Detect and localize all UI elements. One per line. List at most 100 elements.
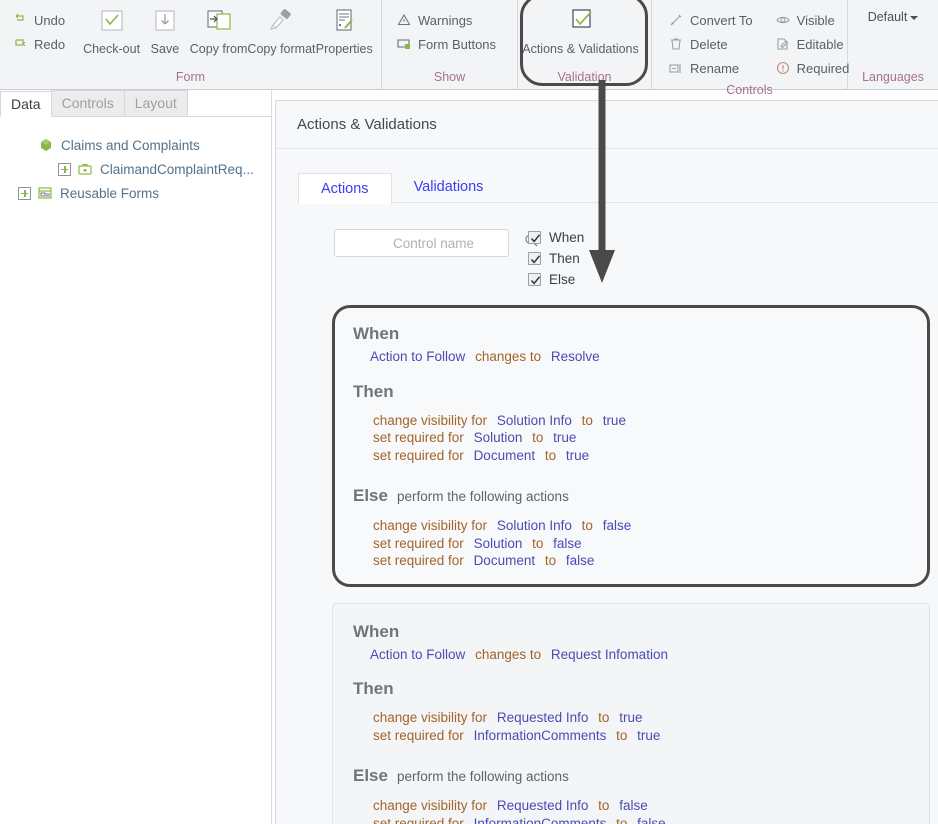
editable-label: Editable bbox=[796, 36, 844, 52]
statement-connector: to bbox=[581, 518, 593, 533]
else-statement: set required for Document to false bbox=[353, 552, 927, 570]
statement-connector: to bbox=[544, 447, 557, 463]
ribbon-group-languages: Default Languages bbox=[848, 0, 938, 89]
undo-button[interactable]: Undo bbox=[8, 8, 69, 32]
statement-verb: set required for bbox=[373, 535, 464, 551]
else-statement: set required for Solution to false bbox=[353, 535, 927, 553]
trash-icon bbox=[668, 36, 684, 52]
actions-and-validations-button[interactable]: Actions & Validations bbox=[518, 4, 644, 56]
then-statement: change visibility for Solution Info to t… bbox=[353, 412, 927, 430]
search-box[interactable] bbox=[334, 229, 538, 257]
filter-when[interactable]: When bbox=[528, 230, 584, 245]
tab-layout[interactable]: Layout bbox=[123, 90, 188, 116]
ribbon-group-validation: Actions & Validations Validation bbox=[518, 0, 652, 89]
statement-target: InformationComments bbox=[473, 815, 607, 824]
required-label: Required bbox=[796, 60, 850, 76]
else-heading: Else perform the following actions bbox=[353, 764, 929, 789]
dialog-title: Actions & Validations bbox=[276, 101, 938, 149]
left-panel: Data Controls Layout Claims and Complain… bbox=[0, 90, 272, 824]
checkbox-checked-icon[interactable] bbox=[528, 231, 541, 244]
statement-value: false bbox=[565, 553, 595, 568]
then-heading: Then bbox=[353, 677, 929, 701]
reusable-form-icon bbox=[37, 185, 53, 201]
checkbox-checked-icon[interactable] bbox=[528, 252, 541, 265]
actions-and-validations-label: Actions & Validations bbox=[522, 42, 639, 56]
convert-to-button[interactable]: Convert To bbox=[664, 8, 757, 32]
statement-target: Document bbox=[473, 447, 536, 463]
eye-icon bbox=[775, 12, 791, 28]
tree-item-claimandcomplaintreq[interactable]: ClaimandComplaintReq... bbox=[0, 157, 271, 181]
statement-verb: change visibility for bbox=[373, 710, 488, 725]
rule-card[interactable]: When Action to Follow changes to Resolve… bbox=[332, 305, 930, 587]
edit-page-icon bbox=[775, 36, 791, 52]
properties-label: Properties bbox=[315, 42, 373, 56]
save-button[interactable]: Save bbox=[140, 4, 190, 56]
undo-redo-stack: Undo Redo bbox=[8, 4, 69, 56]
tree-item-reusable-forms[interactable]: Reusable Forms bbox=[0, 181, 271, 205]
check-out-button[interactable]: Check-out bbox=[83, 4, 140, 56]
tab-data[interactable]: Data bbox=[0, 91, 52, 117]
statement-value: true bbox=[565, 447, 590, 463]
then-heading-label: Then bbox=[353, 679, 394, 698]
tree-item-label: Reusable Forms bbox=[60, 185, 160, 201]
form-buttons-button[interactable]: Form Buttons bbox=[392, 32, 500, 56]
language-default-dropdown[interactable]: Default bbox=[858, 4, 929, 24]
statement-value: false bbox=[602, 518, 632, 533]
required-button[interactable]: Required bbox=[771, 56, 854, 80]
actions-validations-dialog: Actions & Validations Actions Validation… bbox=[275, 100, 938, 824]
rename-label: Rename bbox=[690, 60, 740, 76]
filter-else[interactable]: Else bbox=[528, 272, 584, 287]
tree-item-claims-and-complaints[interactable]: Claims and Complaints bbox=[0, 133, 271, 157]
properties-button[interactable]: Properties bbox=[316, 4, 373, 56]
copy-format-button[interactable]: Copy format bbox=[247, 4, 316, 56]
ribbon-group-title-validation: Validation bbox=[557, 70, 612, 84]
dialog-tabs: Actions Validations bbox=[298, 171, 938, 204]
properties-icon bbox=[327, 6, 361, 40]
tab-controls[interactable]: Controls bbox=[50, 90, 125, 116]
ribbon-toolbar: Undo Redo Check-out Save Copy from Copy … bbox=[0, 0, 938, 97]
statement-verb: set required for bbox=[373, 447, 464, 463]
statement-connector: to bbox=[532, 430, 544, 445]
statement-target: Document bbox=[473, 553, 536, 568]
convert-to-label: Convert To bbox=[690, 12, 753, 28]
visible-button[interactable]: Visible bbox=[771, 8, 854, 32]
delete-label: Delete bbox=[690, 36, 728, 52]
tab-actions[interactable]: Actions bbox=[298, 173, 392, 204]
rename-button[interactable]: Rename bbox=[664, 56, 757, 80]
when-connector: changes to bbox=[475, 646, 542, 662]
redo-label: Redo bbox=[34, 36, 66, 52]
search-input[interactable] bbox=[343, 230, 524, 256]
statement-value: true bbox=[637, 727, 661, 743]
form-buttons-icon bbox=[396, 36, 412, 52]
else-heading: Else perform the following actions bbox=[353, 484, 927, 509]
rule-card[interactable]: When Action to Follow changes to Request… bbox=[332, 602, 930, 824]
editable-button[interactable]: Editable bbox=[771, 32, 854, 56]
redo-button[interactable]: Redo bbox=[8, 32, 69, 56]
when-heading: When bbox=[353, 322, 927, 346]
copy-from-button[interactable]: Copy from bbox=[190, 4, 247, 56]
expander-icon[interactable] bbox=[58, 162, 71, 176]
statement-verb: set required for bbox=[373, 553, 464, 568]
checkbox-checked-icon[interactable] bbox=[528, 273, 541, 286]
tab-validations[interactable]: Validations bbox=[392, 172, 506, 203]
then-statement: set required for InformationComments to … bbox=[353, 727, 929, 745]
else-statement: change visibility for Solution Info to f… bbox=[353, 517, 927, 535]
filter-checkbox-group: When Then Else bbox=[528, 229, 584, 287]
when-value: Resolve bbox=[550, 349, 600, 364]
statement-connector: to bbox=[532, 535, 544, 551]
expander-icon[interactable] bbox=[18, 186, 31, 200]
then-statement: set required for Document to true bbox=[353, 447, 927, 465]
filter-then-label: Then bbox=[549, 251, 580, 266]
when-target: Action to Follow bbox=[370, 349, 466, 364]
else-heading-suffix: perform the following actions bbox=[396, 769, 569, 784]
warnings-button[interactable]: Warnings bbox=[392, 8, 500, 32]
redo-icon bbox=[12, 36, 28, 52]
tree-item-label: ClaimandComplaintReq... bbox=[100, 161, 254, 177]
undo-label: Undo bbox=[34, 12, 66, 28]
ribbon-group-title-show: Show bbox=[433, 70, 466, 84]
statement-value: true bbox=[619, 710, 643, 725]
check-out-label: Check-out bbox=[83, 42, 141, 56]
rename-icon bbox=[668, 60, 684, 76]
delete-button[interactable]: Delete bbox=[664, 32, 757, 56]
filter-then[interactable]: Then bbox=[528, 251, 584, 266]
